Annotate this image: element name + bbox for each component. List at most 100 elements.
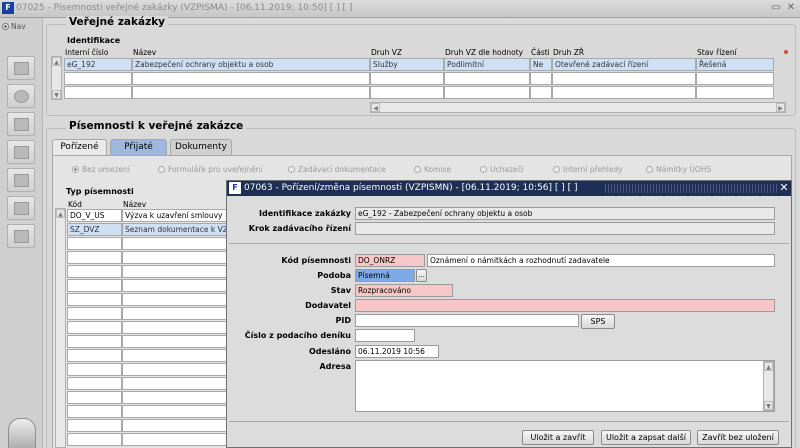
pis-empty-cell[interactable]	[67, 321, 122, 334]
pis-empty-cell[interactable]	[67, 391, 122, 404]
field-dodavatel[interactable]	[355, 299, 775, 312]
pis-cell-kod[interactable]: SZ_DVZ	[67, 223, 122, 236]
field-kod[interactable]: DO_ONRZ	[355, 254, 425, 267]
pis-empty-cell[interactable]	[67, 419, 122, 432]
vz-empty-cell[interactable]	[696, 72, 774, 85]
dialog-close-icon[interactable]: ✕	[778, 182, 790, 194]
pis-empty-cell[interactable]	[122, 349, 228, 362]
pis-empty-cell[interactable]	[67, 349, 122, 362]
vz-cell-nazev[interactable]: Zabezpečení ochrany objektu a osob	[132, 58, 370, 71]
vz-empty-cell[interactable]	[530, 72, 552, 85]
save-next-button[interactable]: Uložit a zapsat další	[601, 430, 691, 445]
pis-empty-cell[interactable]	[67, 307, 122, 320]
tab-dokumenty[interactable]: Dokumenty	[170, 139, 232, 155]
pis-empty-cell[interactable]	[122, 307, 228, 320]
toolbar-user-icon[interactable]	[7, 224, 35, 248]
vz-empty-cell[interactable]	[530, 86, 552, 99]
pis-empty-cell[interactable]	[67, 279, 122, 292]
vz-empty-cell[interactable]	[552, 72, 696, 85]
toolbar-list-icon[interactable]	[7, 112, 35, 136]
vz-empty-cell[interactable]	[444, 72, 530, 85]
vz-empty-cell[interactable]	[444, 86, 530, 99]
pis-empty-cell[interactable]	[122, 335, 228, 348]
scroll-up-icon[interactable]: ▲	[764, 362, 773, 371]
col-header-kod: Kód	[68, 200, 82, 209]
radio-uchazeci[interactable]: Uchazeči	[480, 165, 524, 174]
pis-scrollbar[interactable]	[55, 208, 66, 448]
pis-empty-cell[interactable]	[67, 377, 122, 390]
vz-cell-hodnota[interactable]: Podlimitní	[444, 58, 530, 71]
pis-empty-cell[interactable]	[122, 391, 228, 404]
toolbar-record-icon[interactable]	[7, 56, 35, 80]
radio-komise[interactable]: Komise	[414, 165, 451, 174]
scroll-up-icon[interactable]: ▲	[56, 209, 65, 218]
pis-empty-cell[interactable]	[122, 293, 228, 306]
pis-empty-cell[interactable]	[122, 377, 228, 390]
radio-namitky[interactable]: Námitky ÚOHS	[646, 165, 711, 174]
vz-empty-cell[interactable]	[132, 72, 370, 85]
pis-empty-cell[interactable]	[122, 363, 228, 376]
pis-empty-cell[interactable]	[67, 433, 122, 446]
scroll-down-icon[interactable]: ▼	[764, 401, 773, 410]
close-icon[interactable]: ✕	[785, 2, 797, 14]
pis-empty-cell[interactable]	[67, 251, 122, 264]
pis-empty-cell[interactable]	[67, 335, 122, 348]
pis-empty-cell[interactable]	[67, 363, 122, 376]
pis-empty-cell[interactable]	[122, 321, 228, 334]
pis-cell-nazev[interactable]: Seznam dokumentace k VZ	[122, 223, 228, 236]
vz-cell-casti[interactable]: Ne	[530, 58, 552, 71]
pis-empty-cell[interactable]	[122, 405, 228, 418]
toolbar-print-icon[interactable]	[7, 168, 35, 192]
field-odeslano[interactable]: 06.11.2019 10:56	[355, 345, 439, 358]
radio-interni[interactable]: Interní přehledy	[553, 165, 623, 174]
pis-empty-cell[interactable]	[122, 419, 228, 432]
vz-cell-druh[interactable]: Služby	[370, 58, 444, 71]
pis-empty-cell[interactable]	[122, 237, 228, 250]
sps-button[interactable]: SPS	[581, 314, 615, 329]
scroll-left-icon[interactable]: ◀	[371, 103, 380, 112]
podoba-lov-button[interactable]: ...	[416, 269, 427, 282]
radio-bez-omezeni[interactable]: Bez omezení	[72, 165, 130, 174]
radio-formulare[interactable]: Formuláře pro uveřejnění	[158, 165, 263, 174]
pis-cell-kod[interactable]: DO_V_US	[67, 209, 122, 222]
field-podoba[interactable]: Písemná	[355, 269, 415, 282]
vz-empty-cell[interactable]	[696, 86, 774, 99]
nav-button[interactable]: Nav	[2, 22, 42, 34]
radio-zadavaci[interactable]: Zadávací dokumentace	[288, 165, 386, 174]
field-adresa[interactable]	[355, 360, 775, 412]
toolbar-clock-icon[interactable]	[7, 84, 35, 108]
vz-empty-cell[interactable]	[370, 72, 444, 85]
vz-empty-cell[interactable]	[370, 86, 444, 99]
pis-empty-cell[interactable]	[67, 405, 122, 418]
vz-cell-druh-zr[interactable]: Otevřené zadávací řízení	[552, 58, 696, 71]
vz-empty-cell[interactable]	[64, 86, 132, 99]
pis-empty-cell[interactable]	[67, 265, 122, 278]
pis-empty-cell[interactable]	[122, 265, 228, 278]
vz-empty-cell[interactable]	[132, 86, 370, 99]
vz-hscrollbar[interactable]	[370, 102, 786, 113]
vz-empty-cell[interactable]	[64, 72, 132, 85]
toolbar-briefcase-icon[interactable]	[7, 140, 35, 164]
scroll-down-icon[interactable]: ▼	[52, 90, 61, 99]
close-without-save-button[interactable]: Zavřít bez uložení	[697, 430, 779, 445]
pis-cell-nazev[interactable]: Výzva k uzavření smlouvy	[122, 209, 228, 222]
scroll-right-icon[interactable]: ▶	[776, 103, 785, 112]
vz-cell-cislo[interactable]: eG_192	[64, 58, 132, 71]
pis-empty-cell[interactable]	[122, 279, 228, 292]
pis-empty-cell[interactable]	[122, 251, 228, 264]
field-stav[interactable]: Rozpracováno	[355, 284, 453, 297]
restore-icon[interactable]: ▭	[770, 2, 782, 14]
field-pid[interactable]	[355, 314, 579, 327]
vz-empty-cell[interactable]	[552, 86, 696, 99]
pis-empty-cell[interactable]	[67, 237, 122, 250]
toolbar-tree-icon[interactable]	[7, 196, 35, 220]
field-cislo[interactable]	[355, 329, 415, 342]
pis-empty-cell[interactable]	[122, 433, 228, 446]
pis-empty-cell[interactable]	[67, 293, 122, 306]
vz-cell-stav[interactable]: Řešená	[696, 58, 774, 71]
radio-off-icon	[646, 166, 653, 173]
tab-porizene[interactable]: Pořízené	[52, 139, 107, 155]
save-close-button[interactable]: Uložit a zavřít	[522, 430, 594, 445]
scroll-up-icon[interactable]: ▲	[52, 57, 61, 66]
tab-prijate[interactable]: Přijaté	[110, 139, 167, 155]
